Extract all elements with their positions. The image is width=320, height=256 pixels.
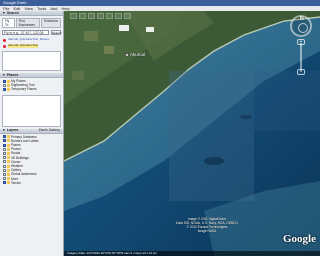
toolbar (70, 13, 131, 19)
folder-icon (7, 156, 10, 160)
layers-tree: Primary Database Borders and Labels Places… (0, 134, 63, 186)
map-view[interactable]: Akumal N + − Image © 2011 DigitalGlobe D… (64, 11, 320, 256)
folder-icon (7, 160, 10, 164)
tab-directions[interactable]: Directions (40, 18, 61, 28)
folder-icon (7, 147, 10, 151)
tree-item[interactable]: Temporary Places (3, 87, 60, 91)
sidebar: ▾ Search Fly To Find Businesses Directio… (0, 11, 64, 256)
checkbox-icon[interactable] (3, 147, 6, 151)
folder-icon (7, 139, 10, 143)
folder-icon (7, 88, 10, 91)
search-tabs: Fly To Find Businesses Directions (0, 16, 63, 28)
tab-fly-to[interactable]: Fly To (2, 18, 15, 28)
folder-icon (7, 168, 10, 172)
checkbox-icon[interactable] (3, 135, 6, 139)
zoom-slider[interactable] (300, 43, 302, 71)
add-polygon-button[interactable] (88, 13, 95, 19)
navigation-controls: N + − (290, 15, 314, 75)
checkbox-icon[interactable] (3, 139, 6, 143)
checkbox-icon[interactable] (3, 173, 6, 177)
folder-icon (7, 164, 10, 168)
folder-icon (7, 83, 10, 87)
folder-icon (7, 143, 10, 147)
checkbox-icon[interactable] (3, 83, 6, 87)
status-bar: Imagery Date: 2/27/2011 20°24'N 87°18'W … (64, 251, 320, 256)
print-button[interactable] (124, 13, 131, 19)
collapse-triangle-icon[interactable]: ▾ (3, 11, 5, 16)
email-button[interactable] (115, 13, 122, 19)
look-joystick-icon[interactable] (298, 23, 308, 33)
zoom-in-button[interactable]: + (297, 39, 305, 45)
results-box (2, 51, 61, 71)
folder-icon (7, 135, 10, 139)
tab-find-businesses[interactable]: Find Businesses (15, 18, 40, 28)
placemark-icon (3, 39, 6, 42)
checkbox-icon[interactable] (3, 177, 6, 181)
checkbox-icon[interactable] (3, 164, 6, 168)
placemark-icon (3, 45, 6, 48)
search-result[interactable]: Akumal, Quintana Roo (0, 43, 63, 49)
checkbox-icon[interactable] (3, 181, 6, 185)
hide-sidebar-button[interactable] (70, 13, 77, 19)
tree-item[interactable]: Terrain (3, 181, 60, 185)
zoom-out-button[interactable]: − (297, 69, 305, 75)
folder-icon (7, 173, 10, 177)
compass-ring[interactable]: N (290, 15, 312, 37)
add-path-button[interactable] (97, 13, 104, 19)
folder-icon (7, 152, 10, 156)
ruler-button[interactable] (106, 13, 113, 19)
tree-item-label: Terrain (11, 180, 21, 185)
search-button[interactable]: Search (51, 30, 62, 35)
checkbox-icon[interactable] (3, 152, 6, 156)
checkbox-icon[interactable] (3, 143, 6, 147)
folder-icon (7, 79, 10, 83)
places-tree: My Places Sightseeing Tour Temporary Place… (0, 78, 63, 93)
checkbox-icon[interactable] (3, 79, 6, 83)
checkbox-icon[interactable] (3, 168, 6, 172)
checkbox-icon[interactable] (3, 156, 6, 160)
google-logo: Google (283, 233, 316, 245)
north-icon: N (300, 16, 304, 22)
collapse-triangle-icon[interactable]: ▾ (3, 128, 5, 133)
folder-icon (7, 181, 10, 185)
place-marker-icon[interactable] (125, 53, 129, 57)
checkbox-icon[interactable] (3, 88, 6, 91)
search-input[interactable]: Fly to e.g., 37 407, 122.08 (2, 30, 49, 35)
checkbox-icon[interactable] (3, 160, 6, 164)
add-placemark-button[interactable] (79, 13, 86, 19)
places-box (2, 94, 61, 127)
earth-gallery-tab[interactable]: Earth Gallery (39, 128, 60, 133)
place-label[interactable]: Akumal (130, 52, 145, 57)
collapse-triangle-icon[interactable]: ▾ (3, 73, 5, 78)
tree-item-label: Temporary Places (11, 87, 37, 92)
imagery-credits: Image © 2011 DigitalGlobe Data SIO, NOAA… (176, 217, 238, 233)
folder-icon (7, 177, 10, 181)
